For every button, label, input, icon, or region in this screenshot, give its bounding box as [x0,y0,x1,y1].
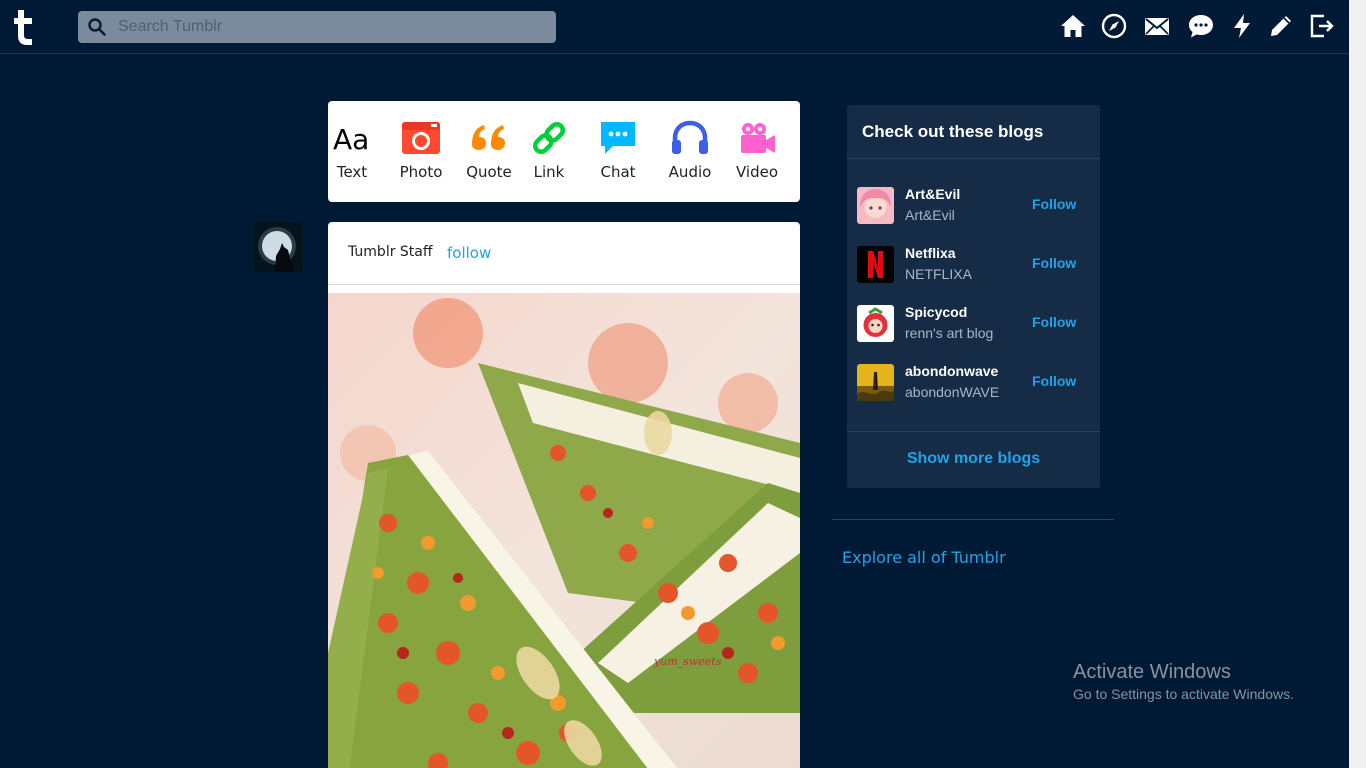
post-card: Tumblr Staff follow yum_sweets [328,222,800,768]
recommended-blog-row[interactable]: abondonwave abondonWAVE Follow [857,361,1092,405]
post-photo[interactable] [328,293,800,768]
recommended-blog-subtitle: renn's art blog [905,325,994,341]
divider [847,431,1100,432]
camera-icon [402,122,440,154]
compose-chat-label: Chat [600,163,636,181]
messages-icon[interactable] [1188,13,1214,39]
follow-button[interactable]: Follow [1032,196,1076,212]
netflix-avatar-icon [857,246,894,283]
recommended-blog-subtitle: abondonWAVE [905,384,1000,400]
page-scrollbar[interactable] [1349,0,1366,768]
compose-audio-label: Audio [668,163,712,181]
explore-icon[interactable] [1101,13,1127,39]
tumblr-logo-icon[interactable] [12,8,38,46]
video-camera-icon [741,123,775,153]
show-more-blogs-button[interactable]: Show more blogs [847,450,1100,468]
activate-windows-text: Go to Settings to activate Windows. [1073,686,1294,702]
wolf-moon-avatar-icon [253,222,303,272]
search-bar[interactable] [78,11,556,43]
photo-watermark: yum_sweets [654,655,722,668]
compose-chat-button[interactable]: Chat [588,119,648,181]
post-follow-link[interactable]: follow [447,244,491,262]
divider [847,158,1100,159]
compose-link-button[interactable]: Link [519,119,579,181]
activate-windows-title: Activate Windows [1073,661,1231,683]
compose-video-label: Video [735,163,779,181]
compose-quote-button[interactable]: Quote [459,119,519,181]
follow-button[interactable]: Follow [1032,373,1076,389]
compose-text-label: Text [336,163,368,181]
recommended-blog-row[interactable]: Spicycod renn's art blog Follow [857,302,1092,346]
compose-bar: Aa Text Photo Quote Link Chat Audio Vide… [328,101,800,202]
recommended-blogs-panel: Check out these blogs Art&Evil Art&Evil … [847,105,1100,488]
abondonwave-avatar-icon [857,364,894,401]
top-bar [0,0,1349,54]
link-icon [532,121,566,155]
logout-icon[interactable] [1308,13,1334,39]
compose-photo-button[interactable]: Photo [391,119,451,181]
search-icon [88,18,106,36]
follow-button[interactable]: Follow [1032,314,1076,330]
art-evil-avatar-icon [857,187,894,224]
chat-icon [601,122,635,154]
post-author-avatar[interactable] [253,222,303,272]
recommended-blog-name[interactable]: Art&Evil [905,186,960,202]
svg-text:Aa: Aa [333,123,369,156]
headphones-icon [672,120,708,154]
compose-text-button[interactable]: Aa Text [322,119,382,181]
recommended-blog-row[interactable]: Netflixa NETFLIXA Follow [857,243,1092,287]
recommended-blog-row[interactable]: Art&Evil Art&Evil Follow [857,184,1092,228]
text-icon: Aa [333,123,369,156]
recommended-blog-name[interactable]: Netflixa [905,245,956,261]
compose-link-label: Link [533,163,565,181]
recommended-blog-name[interactable]: Spicycod [905,304,967,320]
home-icon[interactable] [1060,13,1086,39]
post-author-name[interactable]: Tumblr Staff [348,244,433,260]
post-header: Tumblr Staff follow [328,222,800,285]
search-input[interactable] [118,11,538,43]
activity-icon[interactable] [1229,13,1255,39]
compose-quote-label: Quote [466,163,512,181]
compose-audio-button[interactable]: Audio [660,119,720,181]
recommended-blogs-title: Check out these blogs [862,122,1044,141]
recommended-blog-subtitle: NETFLIXA [905,266,972,282]
recommended-blog-subtitle: Art&Evil [905,207,955,223]
explore-tumblr-link[interactable]: Explore all of Tumblr [842,548,1006,567]
compose-video-button[interactable]: Video [727,119,787,181]
compose-photo-label: Photo [399,163,443,181]
divider [832,519,1114,520]
compose-icon[interactable] [1268,13,1294,39]
quote-icon [472,125,505,150]
recommended-blog-name[interactable]: abondonwave [905,363,998,379]
spicycod-avatar-icon [857,305,894,342]
follow-button[interactable]: Follow [1032,255,1076,271]
inbox-icon[interactable] [1144,13,1170,39]
